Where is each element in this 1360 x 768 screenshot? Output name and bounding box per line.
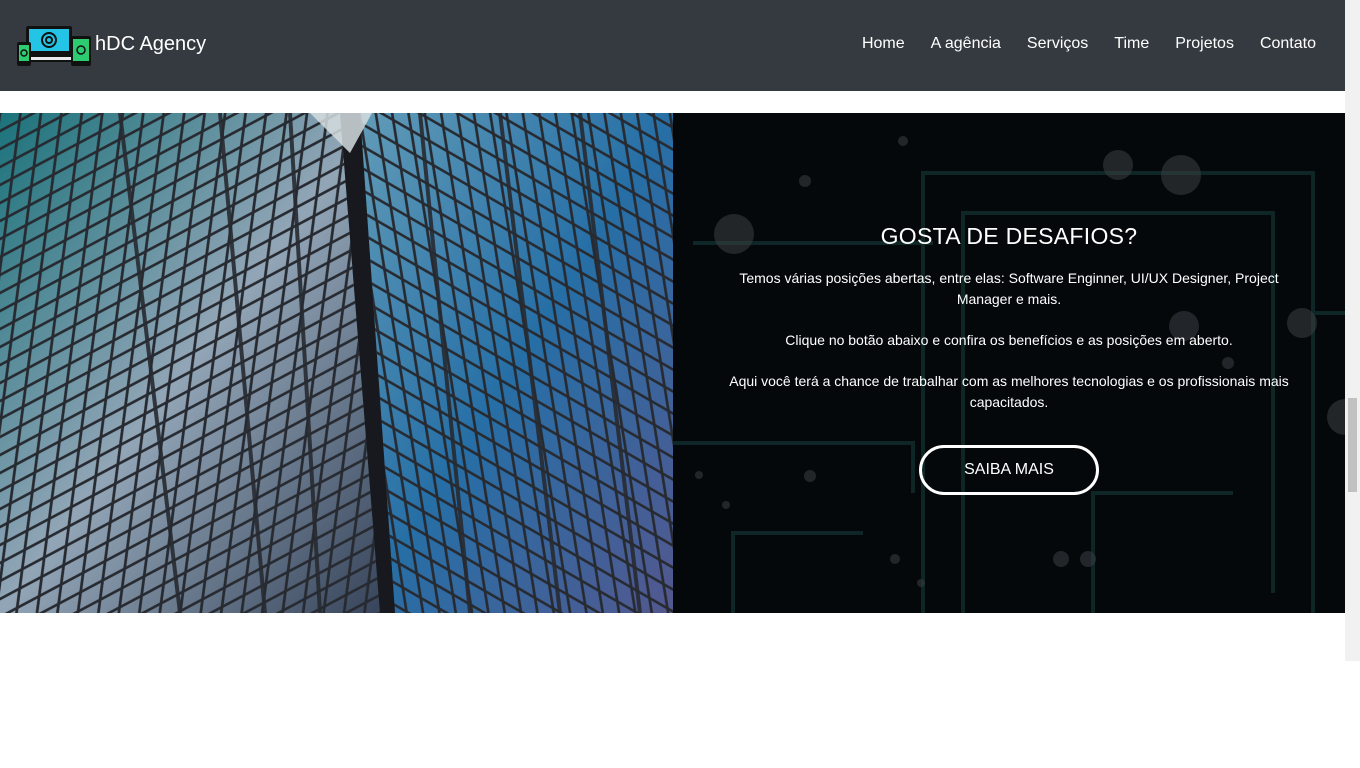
scrollbar-thumb[interactable] — [1348, 398, 1357, 492]
building-photo — [0, 113, 673, 613]
skyscraper-image — [0, 113, 673, 613]
brand-link[interactable]: hDC Agency — [16, 24, 206, 68]
nav-link-agencia[interactable]: A agência — [931, 35, 1001, 53]
brand-name: hDC Agency — [95, 32, 207, 55]
navbar: hDC Agency Home A agência Serviços Time … — [0, 0, 1345, 91]
nav-link-servicos[interactable]: Serviços — [1027, 35, 1088, 53]
saiba-mais-button[interactable]: SAIBA MAIS — [919, 445, 1099, 495]
paragraph-technologies: Aqui você terá a chance de trabalhar com… — [729, 373, 1289, 410]
nav-link-home[interactable]: Home — [862, 35, 905, 53]
careers-panel: GOSTA DE DESAFIOS? Temos várias posições… — [673, 113, 1345, 613]
nav-links: Home A agência Serviços Time Projetos Co… — [836, 35, 1316, 53]
section-title: GOSTA DE DESAFIOS? — [880, 223, 1138, 249]
nav-link-projetos[interactable]: Projetos — [1175, 35, 1234, 53]
careers-content: GOSTA DE DESAFIOS? Temos várias posições… — [713, 223, 1305, 495]
nav-link-time[interactable]: Time — [1114, 35, 1149, 53]
careers-section: GOSTA DE DESAFIOS? Temos várias posições… — [0, 113, 1345, 613]
devices-logo-icon — [17, 26, 91, 66]
paragraph-benefits: Clique no botão abaixo e confira os bene… — [785, 332, 1233, 348]
paragraph-positions: Temos várias posições abertas, entre ela… — [739, 270, 1279, 307]
page-scrollbar[interactable] — [1345, 0, 1360, 661]
nav-link-contato[interactable]: Contato — [1260, 35, 1316, 53]
